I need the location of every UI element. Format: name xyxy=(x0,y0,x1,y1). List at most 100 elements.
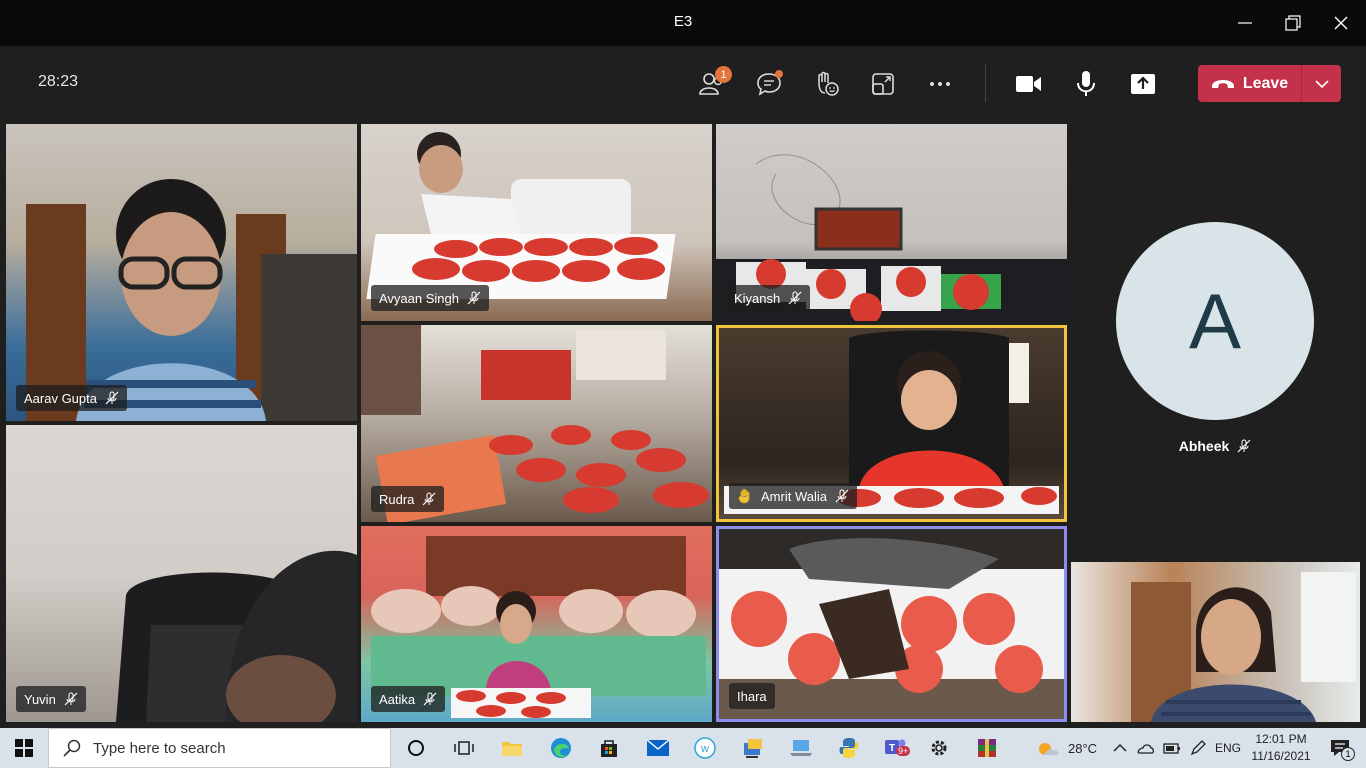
taskbar: Type here to search w T 9+ 28°C ENG 12:0… xyxy=(0,728,1366,768)
word-icon: w xyxy=(694,737,716,759)
raised-hand-icon xyxy=(738,488,750,504)
mic-muted-icon xyxy=(835,489,849,503)
battery-icon[interactable] xyxy=(1163,741,1181,755)
clock-date: 11/16/2021 xyxy=(1251,749,1311,763)
video-tile-yuvin[interactable]: Yuvin xyxy=(6,425,357,722)
teams-badge: 9+ xyxy=(896,746,911,756)
python-app[interactable] xyxy=(834,734,864,762)
video-feed-image xyxy=(1131,572,1356,722)
remote-desktop-icon xyxy=(744,739,762,758)
chevron-up-icon[interactable] xyxy=(1113,743,1127,753)
file-explorer-app[interactable] xyxy=(497,734,527,762)
participant-label: Aarav Gupta xyxy=(16,385,127,411)
mic-muted-icon xyxy=(105,391,119,405)
remote-app[interactable] xyxy=(738,734,768,762)
participant-label: Abheek xyxy=(1070,438,1360,454)
participants-button[interactable]: 1 xyxy=(692,64,732,104)
svg-text:w: w xyxy=(700,743,709,755)
word-app[interactable]: w xyxy=(690,734,720,762)
breakout-rooms-icon xyxy=(872,73,894,95)
participant-name: Kiyansh xyxy=(734,290,781,306)
edge-app[interactable] xyxy=(546,734,576,762)
window-title: E3 xyxy=(673,13,693,30)
mic-muted-icon xyxy=(64,692,78,706)
participant-name: Amrit Walia xyxy=(761,488,827,504)
start-button[interactable] xyxy=(9,734,39,762)
more-actions-button[interactable] xyxy=(920,64,960,104)
mic-button[interactable] xyxy=(1066,64,1106,104)
winrar-app[interactable] xyxy=(972,734,1002,762)
taskbar-search[interactable]: Type here to search xyxy=(48,728,391,768)
participant-label: Amrit Walia xyxy=(729,483,857,509)
pen-icon[interactable] xyxy=(1190,740,1206,756)
camera-button[interactable] xyxy=(1009,64,1049,104)
video-tile-aarav[interactable]: Aarav Gupta xyxy=(6,124,357,421)
meeting-toolbar: 28:23 1 Leave xyxy=(0,46,1366,120)
mic-muted-icon xyxy=(467,291,481,305)
video-tile-kiyansh[interactable]: Kiyansh xyxy=(716,124,1067,321)
settings-app[interactable] xyxy=(924,734,954,762)
weather-sun-icon xyxy=(1039,743,1059,755)
windows-logo-icon xyxy=(15,739,33,757)
toolbar-separator xyxy=(985,64,986,102)
mail-app[interactable] xyxy=(643,734,673,762)
title-bar: E3 xyxy=(0,0,1366,46)
search-icon xyxy=(63,739,81,757)
video-feed-image xyxy=(26,179,357,421)
video-tile-abheek[interactable]: A Abheek xyxy=(1070,124,1360,554)
self-view-tile[interactable] xyxy=(1071,562,1360,722)
chat-button[interactable] xyxy=(749,64,789,104)
task-view-button[interactable] xyxy=(449,734,479,762)
participant-label: Kiyansh xyxy=(726,285,811,311)
clock-time: 12:01 PM xyxy=(1255,732,1307,746)
minimize-button[interactable] xyxy=(1222,0,1268,46)
cortana-button[interactable] xyxy=(401,734,431,762)
mic-muted-icon xyxy=(422,492,436,506)
edge-icon xyxy=(551,738,571,758)
gear-icon xyxy=(931,740,947,756)
mail-icon xyxy=(647,740,669,756)
onedrive-icon[interactable] xyxy=(1136,742,1154,754)
participant-label: Avyaan Singh xyxy=(371,285,489,311)
leave-button[interactable]: Leave xyxy=(1198,65,1302,102)
video-feed-image xyxy=(116,550,357,722)
participant-label: Rudra xyxy=(371,486,445,512)
mic-muted-icon xyxy=(423,692,437,706)
chat-unread-dot xyxy=(775,70,783,78)
language-indicator[interactable]: ENG xyxy=(1215,741,1241,755)
participant-label: Yuvin xyxy=(16,686,86,712)
video-tile-rudra[interactable]: Rudra xyxy=(361,325,712,522)
teams-app[interactable]: T 9+ xyxy=(877,734,913,762)
video-tile-avyaan[interactable]: Avyaan Singh xyxy=(361,124,712,321)
raise-hand-icon xyxy=(818,71,839,96)
notification-center-button[interactable]: 1 xyxy=(1322,734,1358,762)
mic-muted-icon xyxy=(788,291,802,305)
close-icon xyxy=(1334,16,1348,30)
task-view-icon xyxy=(454,741,474,755)
taskbar-clock[interactable]: 12:01 PM 11/16/2021 xyxy=(1250,731,1312,765)
participant-label: Ihara xyxy=(729,683,775,709)
python-icon xyxy=(839,738,859,758)
laptop-app[interactable] xyxy=(786,734,816,762)
video-tile-aatika[interactable]: Aatika xyxy=(361,526,712,722)
restore-icon xyxy=(1285,15,1301,31)
search-placeholder: Type here to search xyxy=(93,739,226,757)
reactions-button[interactable] xyxy=(806,64,846,104)
store-app[interactable] xyxy=(594,734,624,762)
rooms-button[interactable] xyxy=(863,64,903,104)
video-tile-amrit[interactable]: Amrit Walia xyxy=(716,325,1067,522)
maximize-button[interactable] xyxy=(1270,0,1316,46)
meeting-timer: 28:23 xyxy=(38,73,79,90)
laptop-icon xyxy=(790,740,812,756)
hang-up-icon xyxy=(1211,79,1234,88)
mic-muted-icon xyxy=(1237,439,1251,453)
video-tile-ihara[interactable]: Ihara xyxy=(716,526,1067,722)
leave-options-button[interactable] xyxy=(1302,65,1341,102)
share-button[interactable] xyxy=(1123,64,1163,104)
share-screen-icon xyxy=(1131,74,1155,94)
close-button[interactable] xyxy=(1318,0,1364,46)
microphone-icon xyxy=(1077,71,1095,96)
camera-icon xyxy=(1016,76,1041,92)
notification-count: 1 xyxy=(1341,747,1355,761)
weather-widget[interactable]: 28°C xyxy=(1036,728,1097,768)
